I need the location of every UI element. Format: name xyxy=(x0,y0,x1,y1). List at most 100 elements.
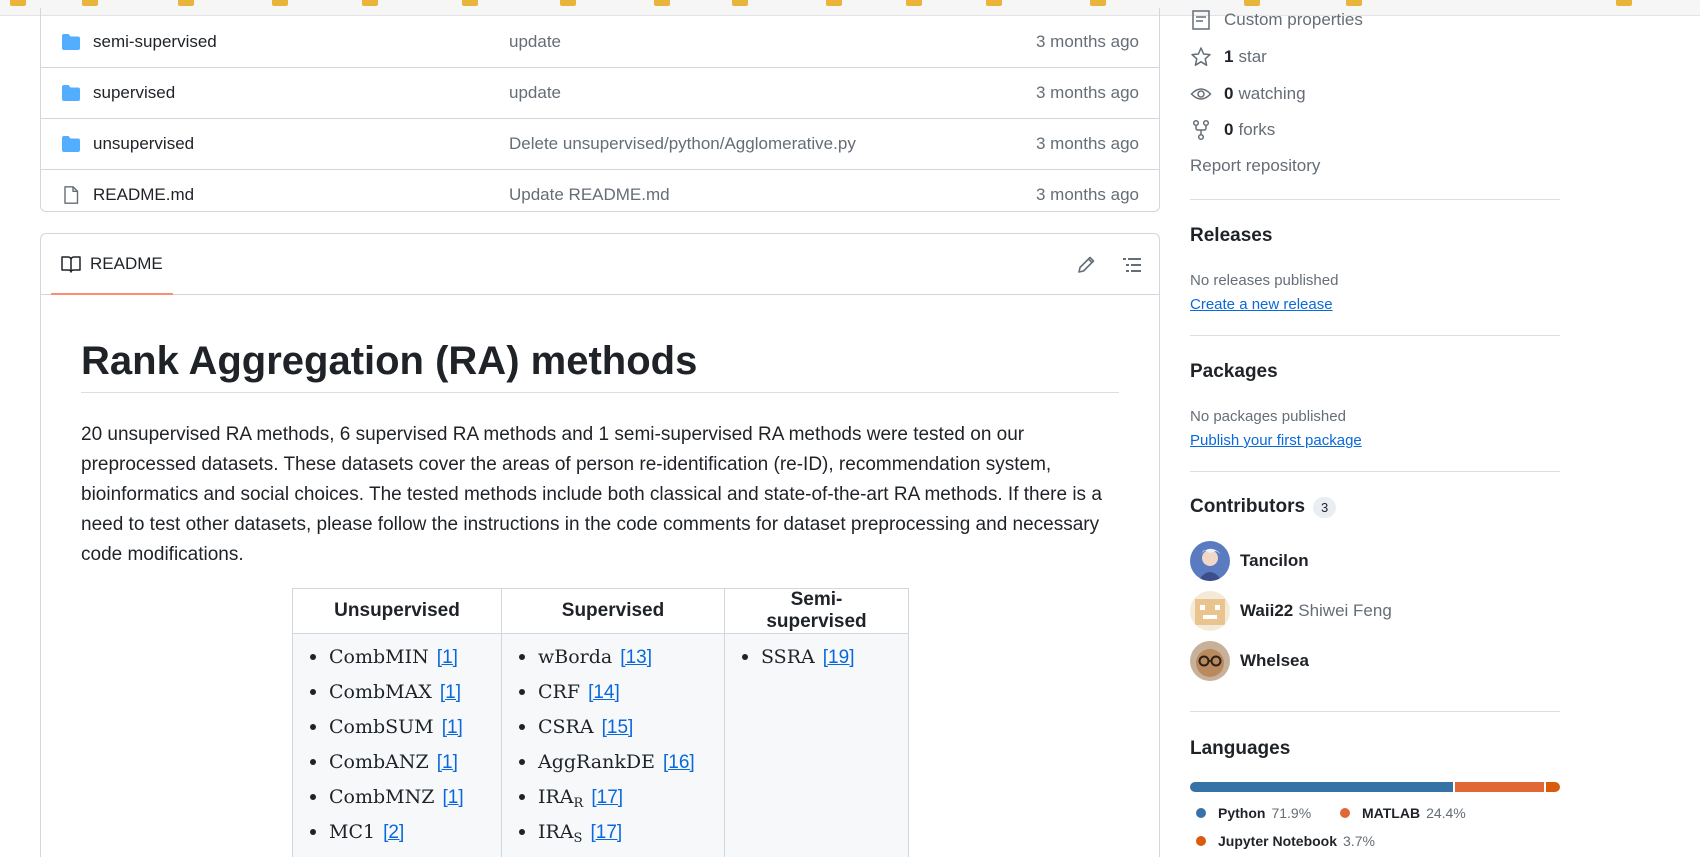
supervised-cell: wBorda [13] CRF [14] CSRA [15] AggRankDE… xyxy=(501,633,725,857)
reference-link[interactable]: [17] xyxy=(591,787,623,808)
bookmark-folder-icon[interactable] xyxy=(272,0,288,6)
bookmark-folder-icon[interactable] xyxy=(1616,0,1632,6)
contributor-item[interactable]: Whelsea xyxy=(1190,641,1309,681)
packages-heading[interactable]: Packages xyxy=(1190,361,1278,383)
divider xyxy=(1190,199,1560,200)
bookmark-folder-icon[interactable] xyxy=(1244,0,1260,6)
commit-message[interactable]: Update README.md xyxy=(509,185,670,205)
tab-readme[interactable]: README xyxy=(51,234,173,295)
avatar xyxy=(1190,641,1230,681)
contributors-heading[interactable]: Contributors 3 xyxy=(1190,496,1337,518)
commit-message[interactable]: update xyxy=(509,32,561,52)
reference-link[interactable]: [13] xyxy=(620,647,652,668)
forks-link[interactable]: 0 forks xyxy=(1190,119,1275,141)
list-item: IRAS [17] xyxy=(519,819,724,854)
list-item: CombANZ [1] xyxy=(310,749,501,784)
commit-time: 3 months ago xyxy=(1035,83,1139,102)
languages-bar xyxy=(1190,782,1560,792)
file-list: semi-supervised update 3 months ago supe… xyxy=(40,8,1160,212)
reference-link[interactable]: [19] xyxy=(823,647,855,668)
list-item: CRF [14] xyxy=(519,679,724,714)
reference-link[interactable]: [16] xyxy=(663,752,695,773)
language-item[interactable]: MATLAB 24.4% xyxy=(1340,805,1466,821)
watchers-link[interactable]: 0 watching xyxy=(1190,83,1306,105)
unsupervised-cell: CombMIN [1] CombMAX [1] CombSUM [1] Comb… xyxy=(292,633,502,857)
file-name[interactable]: supervised xyxy=(93,83,175,103)
tab-label: README xyxy=(90,253,163,273)
avatar xyxy=(1190,541,1230,581)
language-item[interactable]: Jupyter Notebook 3.7% xyxy=(1196,833,1375,849)
readme-paragraph: 20 unsupervised RA methods, 6 supervised… xyxy=(81,424,1102,565)
file-name[interactable]: unsupervised xyxy=(93,134,194,154)
table-header: Unsupervised xyxy=(292,588,502,634)
reference-link[interactable]: [17] xyxy=(591,822,623,843)
list-item: CombSUM [1] xyxy=(310,714,501,749)
language-item[interactable]: Python 71.9% xyxy=(1196,805,1311,821)
folder-icon xyxy=(62,136,80,152)
commit-message[interactable]: update xyxy=(509,83,561,103)
list-item: CombMNZ [1] xyxy=(310,784,501,819)
contributor-item[interactable]: Waii22 Shiwei Feng xyxy=(1190,591,1392,631)
star-icon xyxy=(1191,47,1211,66)
file-row[interactable]: unsupervised Delete unsupervised/python/… xyxy=(41,118,1159,169)
releases-empty-text: No releases published xyxy=(1190,272,1339,289)
bookmark-folder-icon[interactable] xyxy=(906,0,922,6)
bookmark-folder-icon[interactable] xyxy=(10,0,26,6)
bookmark-folder-icon[interactable] xyxy=(1346,0,1362,6)
readme-header: README xyxy=(41,234,1159,295)
language-bar-segment[interactable] xyxy=(1546,782,1560,792)
contributor-item[interactable]: Tancilon xyxy=(1190,541,1309,581)
reference-link[interactable]: [1] xyxy=(442,787,463,808)
reference-link[interactable]: [2] xyxy=(383,822,404,843)
file-row[interactable]: supervised update 3 months ago xyxy=(41,67,1159,118)
create-release-link[interactable]: Create a new release xyxy=(1190,296,1333,313)
publish-package-link[interactable]: Publish your first package xyxy=(1190,432,1362,449)
language-bar-segment[interactable] xyxy=(1455,782,1545,792)
language-dot xyxy=(1340,808,1350,818)
readme-panel: README Rank Aggregation (RA) methods 20 … xyxy=(40,233,1160,857)
file-row[interactable]: semi-supervised update 3 months ago xyxy=(41,16,1159,67)
list-item: CombMIN [1] xyxy=(310,644,501,679)
bookmark-folder-icon[interactable] xyxy=(732,0,748,6)
custom-properties-link[interactable]: Custom properties xyxy=(1190,9,1363,31)
bookmark-folder-icon[interactable] xyxy=(82,0,98,6)
bookmark-folder-icon[interactable] xyxy=(178,0,194,6)
bookmark-folder-icon[interactable] xyxy=(986,0,1002,6)
reference-link[interactable]: [1] xyxy=(437,752,458,773)
reference-link[interactable]: [1] xyxy=(437,647,458,668)
bookmark-folder-icon[interactable] xyxy=(826,0,842,6)
fork-icon xyxy=(1192,119,1210,141)
outline-list-icon[interactable] xyxy=(1121,254,1143,276)
list-item: AggRankDE [16] xyxy=(519,749,724,784)
report-repository-link[interactable]: Report repository xyxy=(1190,156,1320,176)
file-row[interactable]: README.md Update README.md 3 months ago xyxy=(41,169,1159,220)
stars-link[interactable]: 1 star xyxy=(1190,46,1267,68)
bookmark-folder-icon[interactable] xyxy=(1090,0,1106,6)
bookmark-folder-icon[interactable] xyxy=(462,0,478,6)
reference-link[interactable]: [15] xyxy=(602,717,634,738)
divider xyxy=(1190,711,1560,712)
avatar xyxy=(1190,591,1230,631)
bookmark-folder-icon[interactable] xyxy=(560,0,576,6)
commit-time: 3 months ago xyxy=(1035,31,1139,51)
bookmark-folder-icon[interactable] xyxy=(654,0,670,6)
releases-heading[interactable]: Releases xyxy=(1190,225,1272,247)
reference-link[interactable]: [1] xyxy=(442,717,463,738)
reference-link[interactable]: [14] xyxy=(588,682,620,703)
book-icon xyxy=(61,255,81,273)
bookmark-folder-icon[interactable] xyxy=(362,0,378,6)
file-name[interactable]: semi-supervised xyxy=(93,32,217,52)
list-item: IRAR [17] xyxy=(519,784,724,819)
eye-icon xyxy=(1190,88,1212,100)
commit-message[interactable]: Delete unsupervised/python/Agglomerative… xyxy=(509,134,856,154)
language-bar-segment[interactable] xyxy=(1190,782,1454,792)
file-icon xyxy=(64,186,79,204)
reference-link[interactable]: [1] xyxy=(440,682,461,703)
folder-icon xyxy=(62,85,80,101)
list-item: CSRA [15] xyxy=(519,714,724,749)
pencil-icon[interactable] xyxy=(1075,254,1097,276)
file-name[interactable]: README.md xyxy=(93,185,194,205)
note-icon xyxy=(1192,10,1210,30)
table-header: Supervised xyxy=(501,588,725,634)
list-item: wBorda [13] xyxy=(519,644,724,679)
